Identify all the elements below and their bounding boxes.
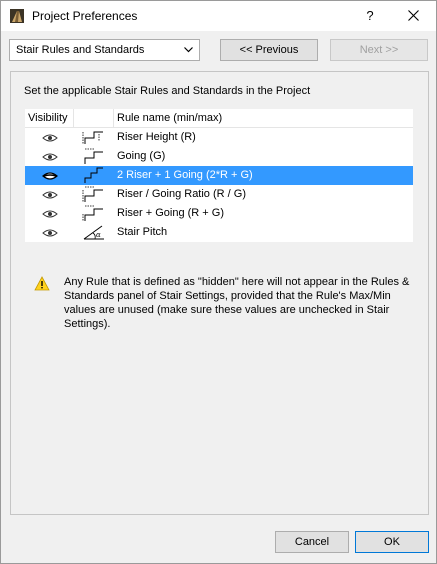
app-icon	[10, 9, 24, 23]
rule-label: Stair Pitch	[117, 226, 168, 238]
rule-label: Going (G)	[117, 150, 166, 162]
stair-rules-panel: Set the applicable Stair Rules and Stand…	[10, 71, 429, 515]
ok-button[interactable]: OK	[355, 531, 429, 553]
eye-icon[interactable]	[42, 228, 58, 238]
rule-name-column-header: Rule name (min/max)	[117, 112, 223, 124]
previous-button[interactable]: << Previous	[220, 39, 318, 61]
table-row[interactable]: Going (G)	[25, 147, 413, 166]
rules-table: Visibility Rule name (min/max) Riser Hei…	[25, 109, 413, 242]
table-row[interactable]: Riser / Going Ratio (R / G)	[25, 185, 413, 204]
next-button[interactable]: Next >>	[330, 39, 428, 61]
panel-heading: Set the applicable Stair Rules and Stand…	[24, 85, 311, 97]
svg-text:α: α	[96, 231, 101, 239]
close-button[interactable]	[397, 4, 429, 28]
riser-height-icon	[82, 131, 103, 144]
close-icon	[407, 10, 419, 21]
section-dropdown[interactable]: Stair Rules and Standards	[9, 39, 200, 61]
table-header: Visibility Rule name (min/max)	[25, 109, 413, 128]
title-bar: Project Preferences ?	[1, 1, 436, 31]
eye-icon[interactable]	[42, 190, 58, 200]
eye-icon[interactable]	[42, 133, 58, 143]
column-divider	[73, 109, 74, 127]
eye-icon[interactable]	[42, 152, 58, 162]
table-row[interactable]: 2 Riser + 1 Going (2*R + G)	[25, 166, 413, 185]
section-dropdown-value: Stair Rules and Standards	[16, 44, 145, 56]
stair-pitch-icon: α	[83, 225, 104, 240]
warning-icon	[34, 276, 50, 291]
visibility-column-header: Visibility	[28, 112, 68, 124]
hidden-rule-warning: Any Rule that is defined as "hidden" her…	[64, 276, 410, 330]
riser-plus-going-icon	[82, 205, 103, 221]
going-icon	[84, 148, 103, 164]
eye-icon[interactable]	[42, 209, 58, 219]
window-title: Project Preferences	[32, 9, 138, 23]
rule-label: Riser + Going (R + G)	[117, 207, 224, 219]
project-preferences-dialog: Project Preferences ? Stair Rules and St…	[0, 0, 437, 564]
rule-label: Riser Height (R)	[117, 131, 196, 143]
chevron-down-icon	[184, 47, 193, 53]
rule-label: 2 Riser + 1 Going (2*R + G)	[117, 169, 253, 181]
table-row[interactable]: Riser + Going (R + G)	[25, 204, 413, 223]
cancel-button[interactable]: Cancel	[275, 531, 349, 553]
help-button[interactable]: ?	[357, 4, 383, 28]
hidden-eye-icon[interactable]	[42, 171, 58, 181]
riser-going-ratio-icon	[82, 186, 103, 202]
column-divider	[113, 109, 114, 127]
rule-label: Riser / Going Ratio (R / G)	[117, 188, 246, 200]
table-row[interactable]: Riser Height (R)	[25, 128, 413, 147]
two-riser-going-icon	[84, 167, 103, 183]
table-row[interactable]: α Stair Pitch	[25, 223, 413, 242]
